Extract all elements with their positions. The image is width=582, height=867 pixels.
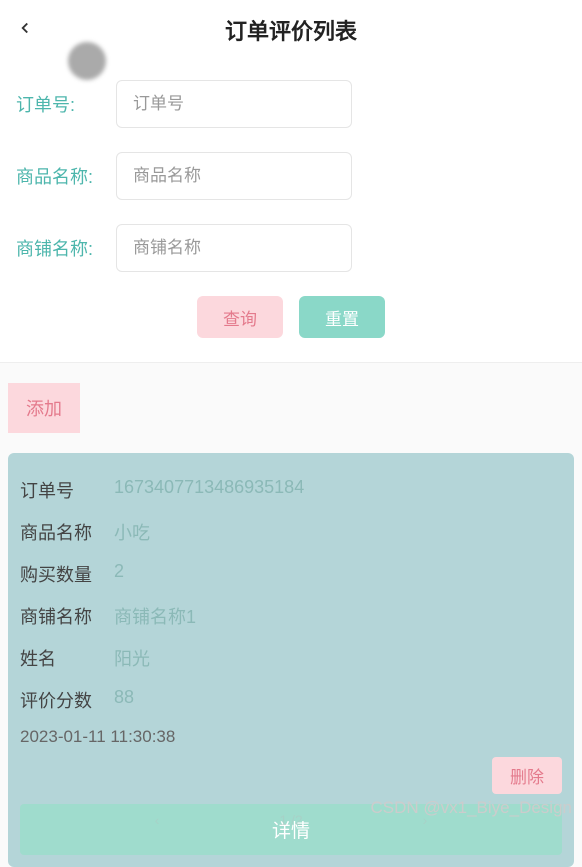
shop-label: 商铺名称: <box>16 235 116 261</box>
button-row: 查询 重置 <box>16 296 566 338</box>
card-shop-label: 商铺名称 <box>20 603 114 629</box>
form-row-order: 订单号: <box>16 80 566 128</box>
prev-icon[interactable]: ‹ <box>155 812 160 828</box>
card-row-qty: 购买数量 2 <box>20 553 562 595</box>
product-input[interactable] <box>116 152 352 200</box>
order-input[interactable] <box>116 80 352 128</box>
card-score-value: 88 <box>114 687 562 713</box>
card-qty-value: 2 <box>114 561 562 587</box>
card-score-label: 评价分数 <box>20 687 114 713</box>
page-title: 订单评价列表 <box>225 14 357 46</box>
avatar <box>68 42 106 80</box>
card-shop-value: 商铺名称1 <box>114 603 562 629</box>
card-order-label: 订单号 <box>20 477 114 503</box>
card-qty-label: 购买数量 <box>20 561 114 587</box>
shop-input[interactable] <box>116 224 352 272</box>
card-row-score: 评价分数 88 <box>20 679 562 721</box>
reset-button[interactable]: 重置 <box>299 296 385 338</box>
watermark: CSDN @vx1_Biye_Design <box>370 798 572 818</box>
card-product-label: 商品名称 <box>20 519 114 545</box>
page-info: 1 /2 <box>279 812 302 828</box>
card-name-label: 姓名 <box>20 645 114 671</box>
product-label: 商品名称: <box>16 163 116 189</box>
card-row-name: 姓名 阳光 <box>20 637 562 679</box>
card-product-value: 小吃 <box>114 519 562 545</box>
card-time: 2023-01-11 11:30:38 <box>20 721 562 753</box>
back-icon[interactable] <box>16 16 34 44</box>
search-form: 订单号: 商品名称: 商铺名称: 查询 重置 <box>0 60 582 363</box>
card-actions: 删除 <box>20 757 562 794</box>
order-label: 订单号: <box>16 91 116 117</box>
card-order-value: 1673407713486935184 <box>114 477 562 503</box>
card-row-product: 商品名称 小吃 <box>20 511 562 553</box>
add-button[interactable]: 添加 <box>8 383 80 433</box>
card-row-order: 订单号 1673407713486935184 <box>20 469 562 511</box>
form-row-shop: 商铺名称: <box>16 224 566 272</box>
card-name-value: 阳光 <box>114 645 562 671</box>
card-row-shop: 商铺名称 商铺名称1 <box>20 595 562 637</box>
delete-button[interactable]: 删除 <box>492 757 562 794</box>
form-row-product: 商品名称: <box>16 152 566 200</box>
query-button[interactable]: 查询 <box>197 296 283 338</box>
